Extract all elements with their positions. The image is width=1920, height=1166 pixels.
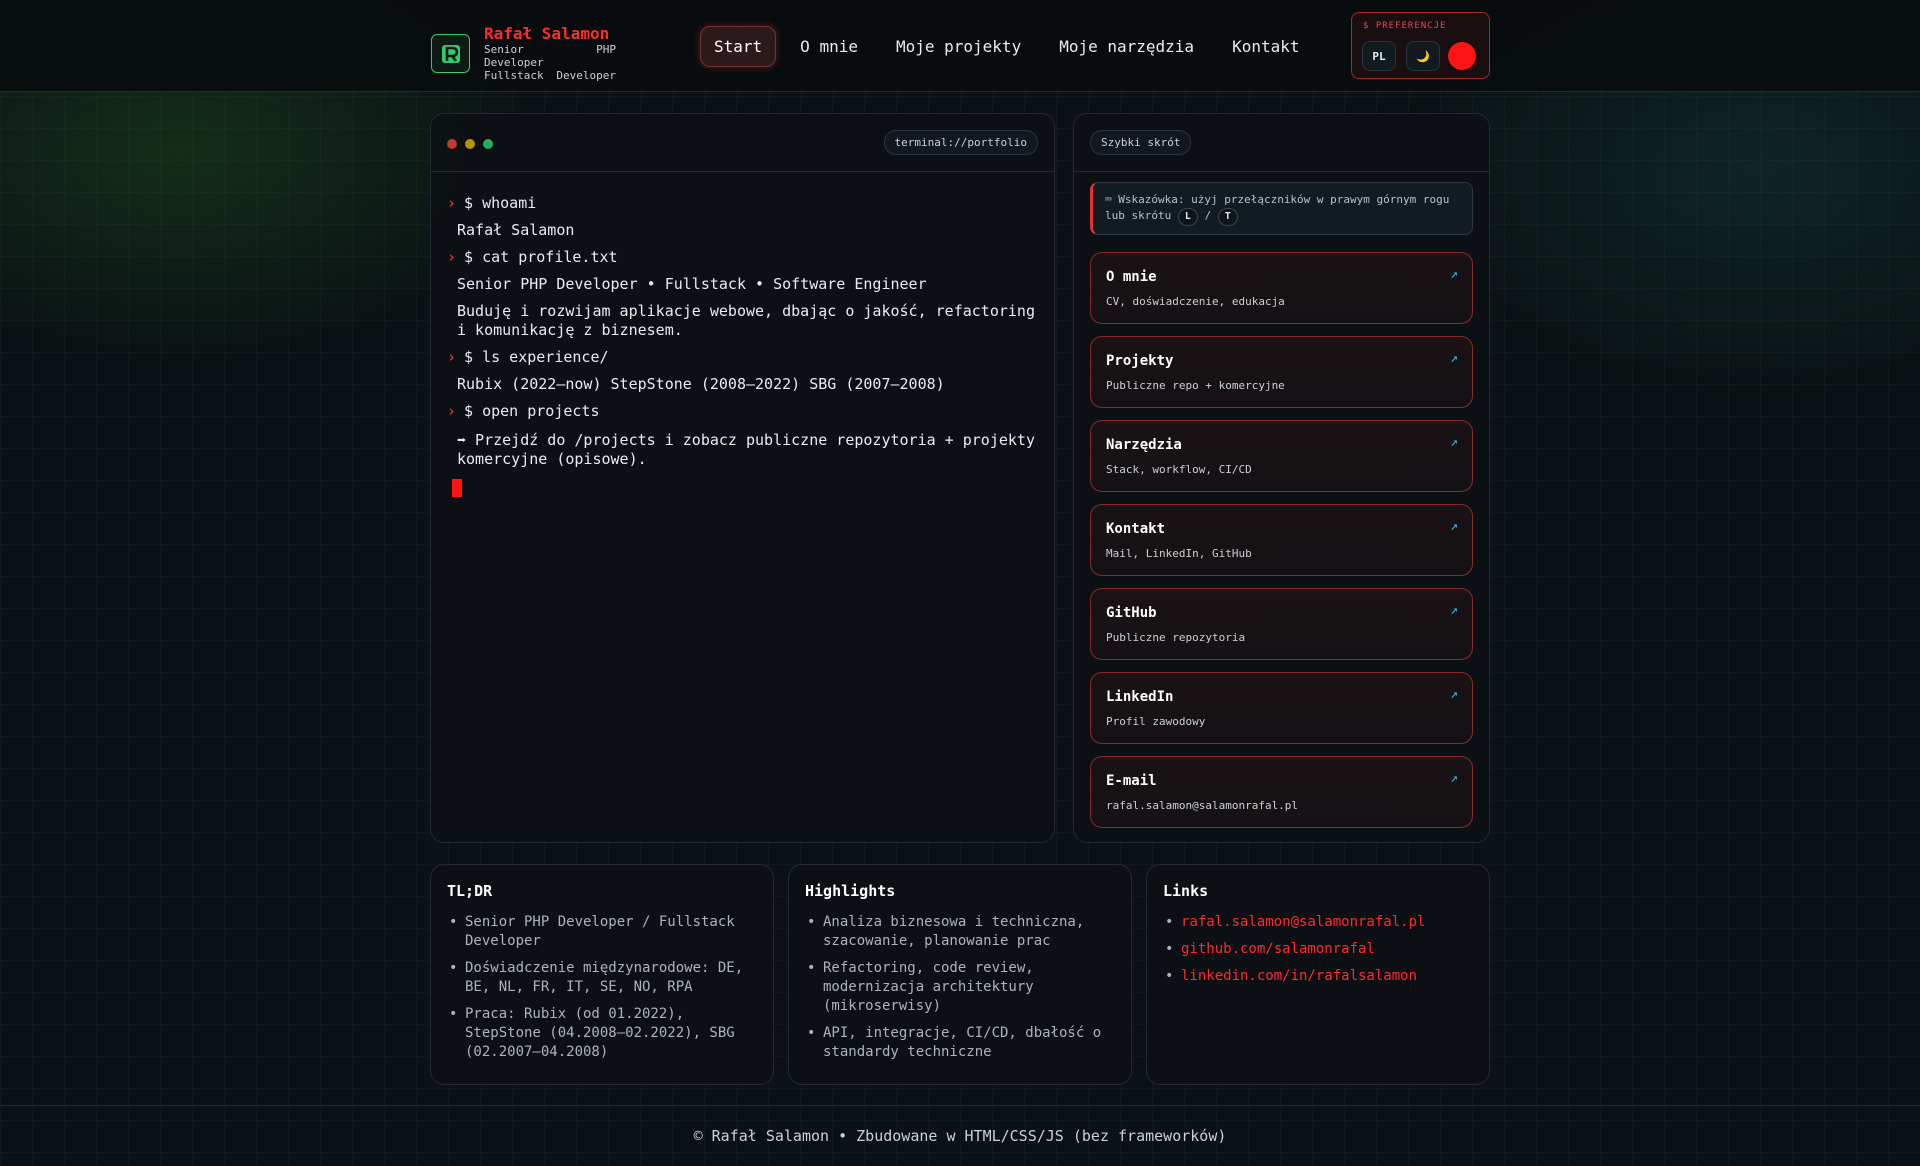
hint-box: ⌨ Wskazówka: użyj przełączników w prawym… (1090, 182, 1473, 235)
card-title: Narzędzia (1106, 437, 1182, 453)
list-item: API, integracje, CI/CD, dbałość o standa… (805, 1024, 1115, 1062)
keyboard-icon: ⌨ (1105, 193, 1112, 206)
moon-icon[interactable]: 🌙 (1406, 41, 1440, 71)
terminal-output-line: Buduję i rozwijam aplikacje webowe, dbaj… (457, 302, 1035, 339)
nav-projekty[interactable]: Moje projekty (882, 26, 1035, 67)
list-item: Senior PHP Developer / Fullstack Develop… (447, 913, 757, 951)
list-item: Doświadczenie międzynarodowe: DE, BE, NL… (447, 959, 757, 997)
card-description: Mail, LinkedIn, GitHub (1106, 547, 1252, 560)
card-description: Publiczne repozytoria (1106, 631, 1246, 644)
nav-kontakt[interactable]: Kontakt (1218, 26, 1313, 67)
card-title: Projekty (1106, 353, 1174, 369)
brand-text: Rafał Salamon Senior PHP Developer Fulls… (484, 24, 616, 83)
site-header: Rafał Salamon Senior PHP Developer Fulls… (0, 0, 1920, 92)
external-arrow-icon: ↗ (1450, 771, 1458, 786)
brand-name: Rafał Salamon (484, 24, 610, 43)
shortcut-key-l: L (1177, 208, 1198, 226)
shortcut-card-github[interactable]: GitHub Publiczne repozytoria ↗ (1090, 588, 1473, 660)
external-arrow-icon: ↗ (1450, 435, 1458, 450)
preferences-title: $ PREFERENCJE (1363, 21, 1447, 31)
shortcuts-header: Szybki skrót (1074, 114, 1489, 172)
prompt-icon: › (447, 248, 457, 266)
links-panel: Links rafal.salamon@salamonrafal.pl gith… (1146, 864, 1490, 1085)
email-link[interactable]: rafal.salamon@salamonrafal.pl (1163, 913, 1473, 932)
shortcut-card-narzedzia[interactable]: Narzędzia Stack, workflow, CI/CD ↗ (1090, 420, 1473, 492)
shortcut-card-o-mnie[interactable]: O mnie CV, doświadczenie, edukacja ↗ (1090, 252, 1473, 324)
links-list: rafal.salamon@salamonrafal.pl github.com… (1163, 913, 1473, 986)
nav-narzedzia[interactable]: Moje narzędzia (1045, 26, 1208, 67)
shortcuts-panel: Szybki skrót ⌨ Wskazówka: użyj przełączn… (1073, 113, 1490, 843)
card-title: GitHub (1106, 605, 1157, 621)
external-arrow-icon: ↗ (1450, 267, 1458, 282)
shortcut-card-projekty[interactable]: Projekty Publiczne repo + komercyjne ↗ (1090, 336, 1473, 408)
github-link[interactable]: github.com/salamonrafal (1163, 940, 1473, 959)
terminal-command: › $ whoami (447, 194, 1047, 213)
external-arrow-icon: ↗ (1450, 603, 1458, 618)
terminal-output-line: Senior PHP Developer • Fullstack • Softw… (457, 275, 927, 293)
terminal-command: › $ open projects (447, 402, 1047, 421)
panel-title: Highlights (805, 882, 896, 900)
terminal-output-line: Rubix (2022–now) StepStone (2008–2022) S… (457, 375, 945, 393)
tldr-list: Senior PHP Developer / Fullstack Develop… (447, 913, 757, 1062)
brand-subtitle-1: Senior PHP Developer (484, 43, 616, 69)
close-dot-icon (447, 139, 457, 149)
maximize-dot-icon (483, 139, 493, 149)
terminal-path-tag: terminal://portfolio (883, 130, 1038, 155)
card-title: Kontakt (1106, 521, 1166, 537)
command-text: $ ls experience/ (464, 348, 609, 366)
list-item: Analiza biznesowa i techniczna, szacowan… (805, 913, 1115, 951)
shortcut-card-linkedin[interactable]: LinkedIn Profil zawodowy ↗ (1090, 672, 1473, 744)
card-title: LinkedIn (1106, 689, 1174, 705)
linkedin-link[interactable]: linkedin.com/in/rafalsalamon (1163, 967, 1473, 986)
prompt-icon: › (447, 402, 457, 420)
site-footer: © Rafał Salamon • Zbudowane w HTML/CSS/J… (0, 1105, 1920, 1166)
color-theme-button[interactable] (1448, 42, 1476, 70)
card-description: Stack, workflow, CI/CD (1106, 463, 1252, 476)
card-description: Publiczne repo + komercyjne (1106, 379, 1285, 392)
tldr-panel: TL;DR Senior PHP Developer / Fullstack D… (430, 864, 774, 1085)
card-description: Profil zawodowy (1106, 715, 1206, 728)
command-text: $ whoami (464, 194, 537, 212)
external-arrow-icon: ↗ (1450, 519, 1458, 534)
terminal-cursor (452, 479, 462, 497)
shortcut-key-t: T (1217, 208, 1238, 226)
logo-icon (431, 34, 470, 73)
panel-title: TL;DR (447, 882, 493, 900)
external-arrow-icon: ↗ (1450, 351, 1458, 366)
nav-o-mnie[interactable]: O mnie (786, 26, 872, 67)
terminal-output-line: ➡ Przejdź do /projects i zobacz publiczn… (457, 431, 1035, 468)
card-title: O mnie (1106, 269, 1157, 285)
shortcut-card-kontakt[interactable]: Kontakt Mail, LinkedIn, GitHub ↗ (1090, 504, 1473, 576)
command-text: $ open projects (464, 402, 600, 420)
language-toggle-button[interactable]: PL (1362, 41, 1396, 71)
minimize-dot-icon (465, 139, 475, 149)
brand-subtitle-2: Fullstack Developer (484, 69, 616, 82)
list-item: Praca: Rubix (od 01.2022), StepStone (04… (447, 1005, 757, 1062)
card-title: E-mail (1106, 773, 1157, 789)
terminal-command: › $ ls experience/ (447, 348, 1047, 367)
shortcuts-tag: Szybki skrót (1090, 130, 1192, 155)
card-description: CV, doświadczenie, edukacja (1106, 295, 1285, 308)
terminal-output: › $ whoami Rafał Salamon › $ cat profile.t… (447, 194, 1047, 497)
external-arrow-icon: ↗ (1450, 687, 1458, 702)
highlights-panel: Highlights Analiza biznesowa i techniczn… (788, 864, 1132, 1085)
prompt-icon: › (447, 348, 457, 366)
brand[interactable]: Rafał Salamon Senior PHP Developer Fulls… (431, 25, 616, 82)
terminal-output-line: Rafał Salamon (457, 221, 575, 239)
shortcut-card-email[interactable]: E-mail rafal.salamon@salamonrafal.pl ↗ (1090, 756, 1473, 828)
main-nav: Start O mnie Moje projekty Moje narzędzi… (700, 26, 1324, 67)
terminal-titlebar: terminal://portfolio (431, 114, 1054, 172)
nav-start[interactable]: Start (700, 26, 777, 67)
hint-text: Wskazówka: użyj przełączników w prawym g… (1105, 193, 1450, 222)
list-item: Refactoring, code review, modernizacja a… (805, 959, 1115, 1016)
terminal-command: › $ cat profile.txt (447, 248, 1047, 267)
highlights-list: Analiza biznesowa i techniczna, szacowan… (805, 913, 1115, 1062)
command-text: $ cat profile.txt (464, 248, 618, 266)
prompt-icon: › (447, 194, 457, 212)
terminal-window: terminal://portfolio › $ whoami Rafał Sal… (430, 113, 1055, 843)
shortcut-separator: / (1204, 209, 1212, 222)
panel-title: Links (1163, 882, 1209, 900)
card-description: rafal.salamon@salamonrafal.pl (1106, 799, 1299, 812)
